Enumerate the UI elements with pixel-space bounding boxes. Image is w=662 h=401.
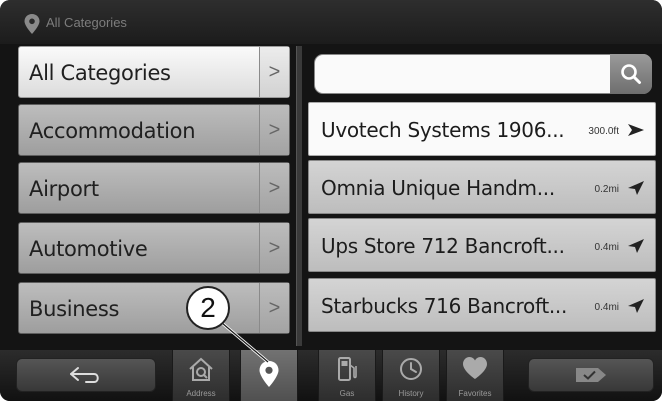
tag-button[interactable] <box>528 358 654 392</box>
category-label: Accommodation <box>29 119 196 143</box>
favorites-button[interactable]: Favorites <box>446 350 504 401</box>
result-distance: 0.4mi <box>594 302 619 313</box>
map-pin-icon <box>259 361 279 387</box>
address-button[interactable]: Address <box>172 350 230 401</box>
category-label: Business <box>29 297 120 321</box>
result-item[interactable]: Ups Store 712 Bancroft... 0.4mi <box>308 218 656 272</box>
back-button[interactable] <box>16 358 156 392</box>
category-business[interactable]: Business > <box>18 282 290 334</box>
favorites-label: Favorites <box>458 389 492 398</box>
history-button[interactable]: History <box>382 350 440 401</box>
tag-icon <box>576 368 606 382</box>
result-name: Starbucks 716 Bancroft... <box>321 294 568 318</box>
history-label: History <box>398 389 424 398</box>
search-button[interactable] <box>610 54 652 94</box>
gas-label: Gas <box>339 389 355 398</box>
result-distance: 0.4mi <box>594 242 619 253</box>
result-distance: 300.0ft <box>588 126 619 137</box>
clock-icon <box>400 358 422 380</box>
gas-pump-icon <box>338 357 357 381</box>
back-arrow-icon <box>70 367 99 383</box>
search-box <box>314 54 652 94</box>
result-name: Uvotech Systems 1906... <box>321 118 565 142</box>
category-all[interactable]: All Categories > <box>18 46 290 98</box>
chevron-right-icon[interactable]: > <box>259 105 289 155</box>
result-item[interactable]: Starbucks 716 Bancroft... 0.4mi <box>308 278 656 332</box>
points-of-interest-button[interactable] <box>240 350 298 401</box>
bottom-toolbar: Address Gas History Favorites <box>0 350 662 401</box>
category-automotive[interactable]: Automotive > <box>18 222 290 274</box>
search-icon <box>621 64 641 84</box>
category-label: All Categories <box>29 61 171 85</box>
result-item[interactable]: Uvotech Systems 1906... 300.0ft <box>308 102 656 156</box>
arrow-right-icon <box>628 124 644 136</box>
category-accommodation[interactable]: Accommodation > <box>18 104 290 156</box>
address-label: Address <box>186 389 216 398</box>
title-bar: All Categories <box>0 0 662 44</box>
house-search-icon <box>189 357 213 381</box>
result-item[interactable]: Omnia Unique Handm... 0.2mi <box>308 160 656 214</box>
arrow-northeast-icon <box>628 181 644 195</box>
callout-number: 2 <box>186 286 230 330</box>
heart-icon <box>463 357 487 379</box>
page-title: All Categories <box>46 15 127 30</box>
category-airport[interactable]: Airport > <box>18 162 290 214</box>
result-name: Ups Store 712 Bancroft... <box>321 234 565 258</box>
arrow-northeast-icon <box>628 239 644 253</box>
result-name: Omnia Unique Handm... <box>321 176 555 200</box>
chevron-right-icon[interactable]: > <box>259 223 289 273</box>
chevron-right-icon[interactable]: > <box>259 283 289 333</box>
result-distance: 0.2mi <box>594 184 619 195</box>
poi-screen: All Categories All Categories > Accommod… <box>0 0 662 401</box>
category-label: Airport <box>29 177 99 201</box>
arrow-northeast-icon <box>628 299 644 313</box>
map-pin-icon <box>24 14 40 34</box>
gas-button[interactable]: Gas <box>318 350 376 401</box>
category-label: Automotive <box>29 237 148 261</box>
category-list: All Categories > Accommodation > Airport… <box>18 46 298 346</box>
chevron-right-icon[interactable]: > <box>259 163 289 213</box>
column-divider <box>296 46 302 346</box>
search-input[interactable] <box>325 63 595 87</box>
chevron-right-icon[interactable]: > <box>259 47 289 97</box>
